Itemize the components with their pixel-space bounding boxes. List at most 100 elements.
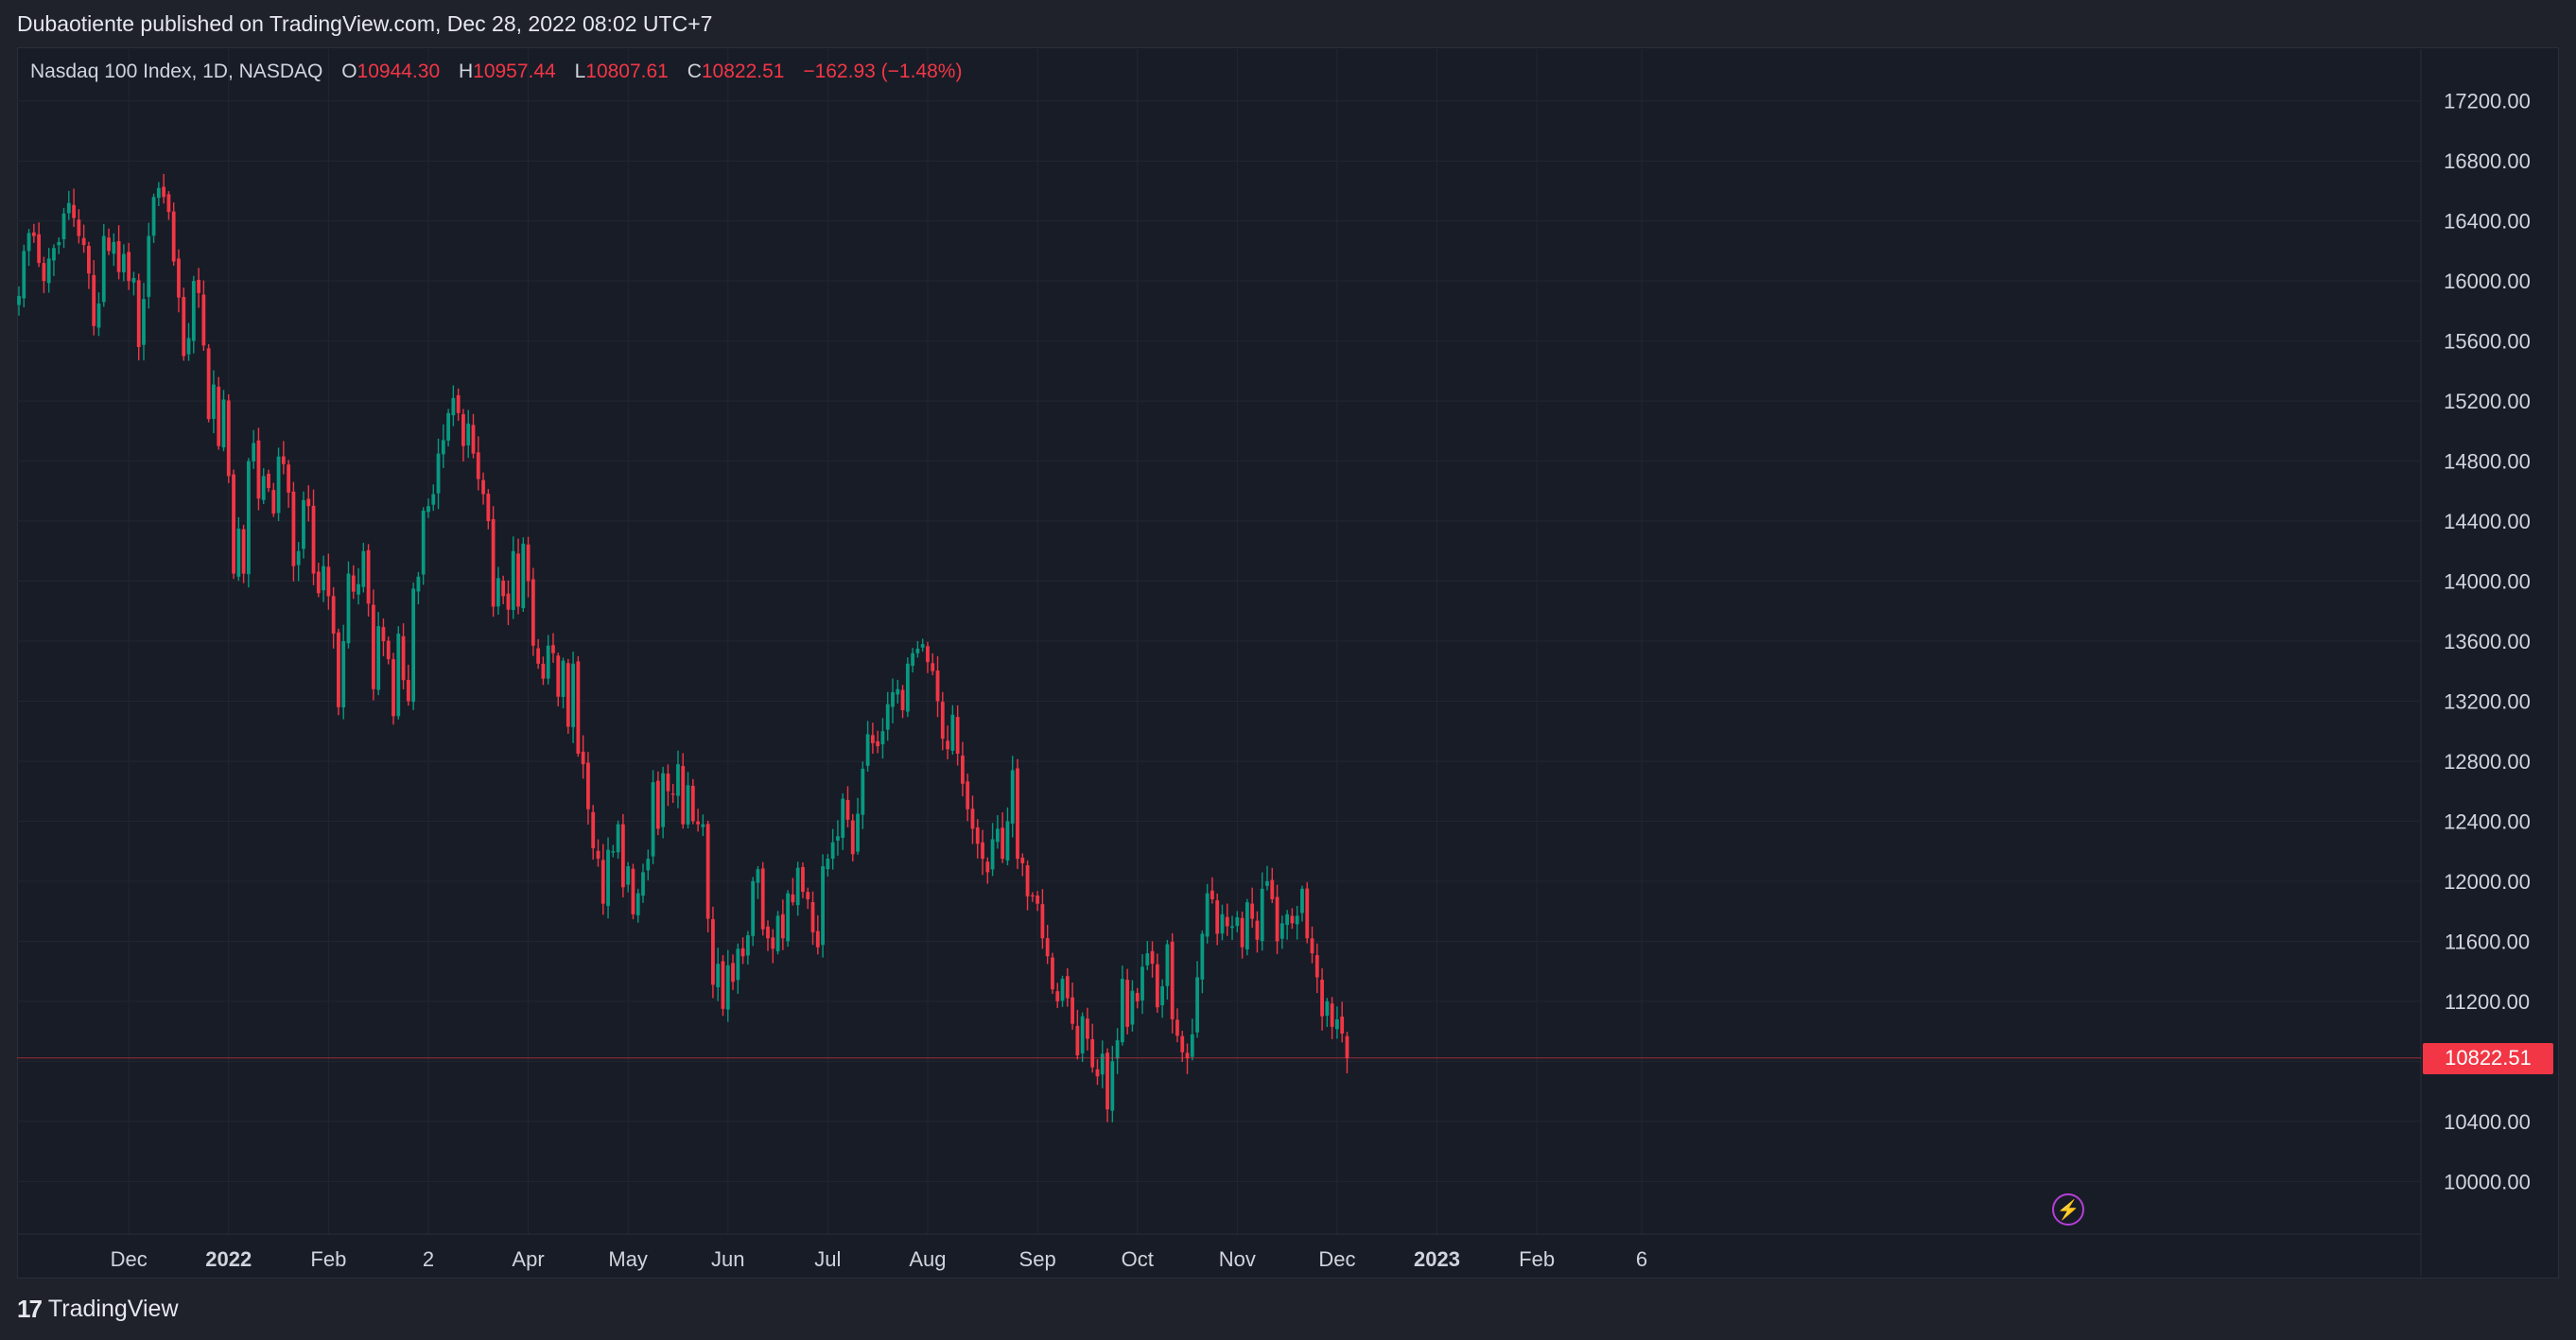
candle-body <box>920 644 925 648</box>
x-tick-label: Oct <box>1122 1247 1154 1271</box>
candle <box>955 705 960 766</box>
candle <box>696 809 700 832</box>
candle-body <box>1125 980 1130 1027</box>
candle <box>1240 911 1244 959</box>
candle-body <box>311 505 316 574</box>
candle <box>201 280 206 351</box>
candle <box>311 489 316 585</box>
candle-body <box>1145 953 1150 966</box>
candle <box>381 618 386 656</box>
candle-body <box>950 714 955 751</box>
candle-body <box>61 213 66 240</box>
candle <box>935 655 940 718</box>
candle <box>107 228 111 255</box>
y-tick-label: 14800.00 <box>2444 450 2531 474</box>
low-label: L <box>574 61 586 82</box>
candle <box>1225 903 1229 936</box>
candle-body <box>151 197 156 236</box>
lightning-alert-icon[interactable]: ⚡ <box>2052 1193 2084 1226</box>
candle-body <box>905 663 910 712</box>
candle <box>516 538 520 615</box>
candle <box>995 814 1000 849</box>
candle-body <box>546 645 550 679</box>
candle <box>26 229 31 267</box>
candle <box>1170 932 1175 1034</box>
candle-body <box>1130 990 1135 1025</box>
candle-body <box>786 893 791 942</box>
candle <box>865 721 870 772</box>
candle <box>1125 968 1130 1035</box>
tradingview-logo[interactable]: 17 TradingView <box>17 1295 179 1324</box>
candle <box>1030 892 1035 902</box>
candle <box>1205 883 1210 944</box>
candle <box>22 244 26 307</box>
candle-body <box>1016 768 1019 860</box>
candle <box>1260 872 1264 951</box>
candle <box>876 730 880 754</box>
candle <box>291 481 296 582</box>
candle <box>357 567 360 605</box>
candle-body <box>217 386 221 446</box>
candle <box>46 248 51 293</box>
candle-body <box>766 926 770 939</box>
candle <box>206 343 211 423</box>
candlestick-chart[interactable]: 10000.0010400.0010800.0011200.0011600.00… <box>0 0 2576 1340</box>
candle <box>1010 756 1015 838</box>
candle <box>1120 966 1124 1046</box>
candle-body <box>1310 938 1314 954</box>
candle-body <box>526 544 531 582</box>
candle <box>232 469 235 580</box>
candle-body <box>77 219 81 236</box>
candle-body <box>821 866 825 946</box>
candle <box>561 657 566 708</box>
candle-body <box>316 571 321 594</box>
candle-body <box>655 780 660 829</box>
candle <box>392 653 395 725</box>
x-tick-label: Feb <box>310 1247 346 1271</box>
candle <box>281 441 286 475</box>
candles <box>17 173 1349 1122</box>
candle-body <box>1205 893 1210 937</box>
candle <box>641 863 645 903</box>
candle <box>635 888 640 923</box>
candle <box>1305 881 1310 944</box>
candle <box>981 829 984 876</box>
candle-body <box>1195 977 1199 1033</box>
y-tick-label: 12000.00 <box>2444 870 2531 894</box>
candle-body <box>975 827 980 844</box>
candle-body <box>931 663 935 671</box>
candle-body <box>596 850 600 860</box>
candle <box>481 472 485 505</box>
x-tick-label: Dec <box>111 1247 148 1271</box>
candle-body <box>841 798 845 839</box>
candle <box>31 223 36 243</box>
candle <box>806 887 810 910</box>
x-tick-label: Nov <box>1219 1247 1256 1271</box>
candle-body <box>1160 985 1165 1006</box>
x-tick-label: Apr <box>512 1247 544 1271</box>
candle <box>836 820 840 856</box>
candle-body <box>985 861 990 873</box>
high-value: 10957.44 <box>473 61 556 82</box>
candle <box>17 286 21 316</box>
candle <box>491 506 496 618</box>
candle-body <box>471 425 476 454</box>
candle <box>1130 980 1135 1032</box>
x-tick-label: 6 <box>1636 1247 1647 1271</box>
candle-body <box>780 914 785 939</box>
candle <box>261 468 266 504</box>
candle-body <box>970 809 975 829</box>
candle <box>626 861 631 893</box>
candle-body <box>826 859 830 870</box>
candle-body <box>261 476 266 500</box>
candle <box>331 586 336 649</box>
candle-body <box>865 734 870 766</box>
candle <box>1115 1028 1120 1074</box>
candle <box>1265 865 1269 891</box>
candle <box>1310 926 1314 964</box>
candle-body <box>1005 821 1010 861</box>
close-value: 10822.51 <box>701 61 785 82</box>
candle-body <box>586 762 590 809</box>
candle-body <box>1036 895 1040 904</box>
candle <box>182 287 186 361</box>
